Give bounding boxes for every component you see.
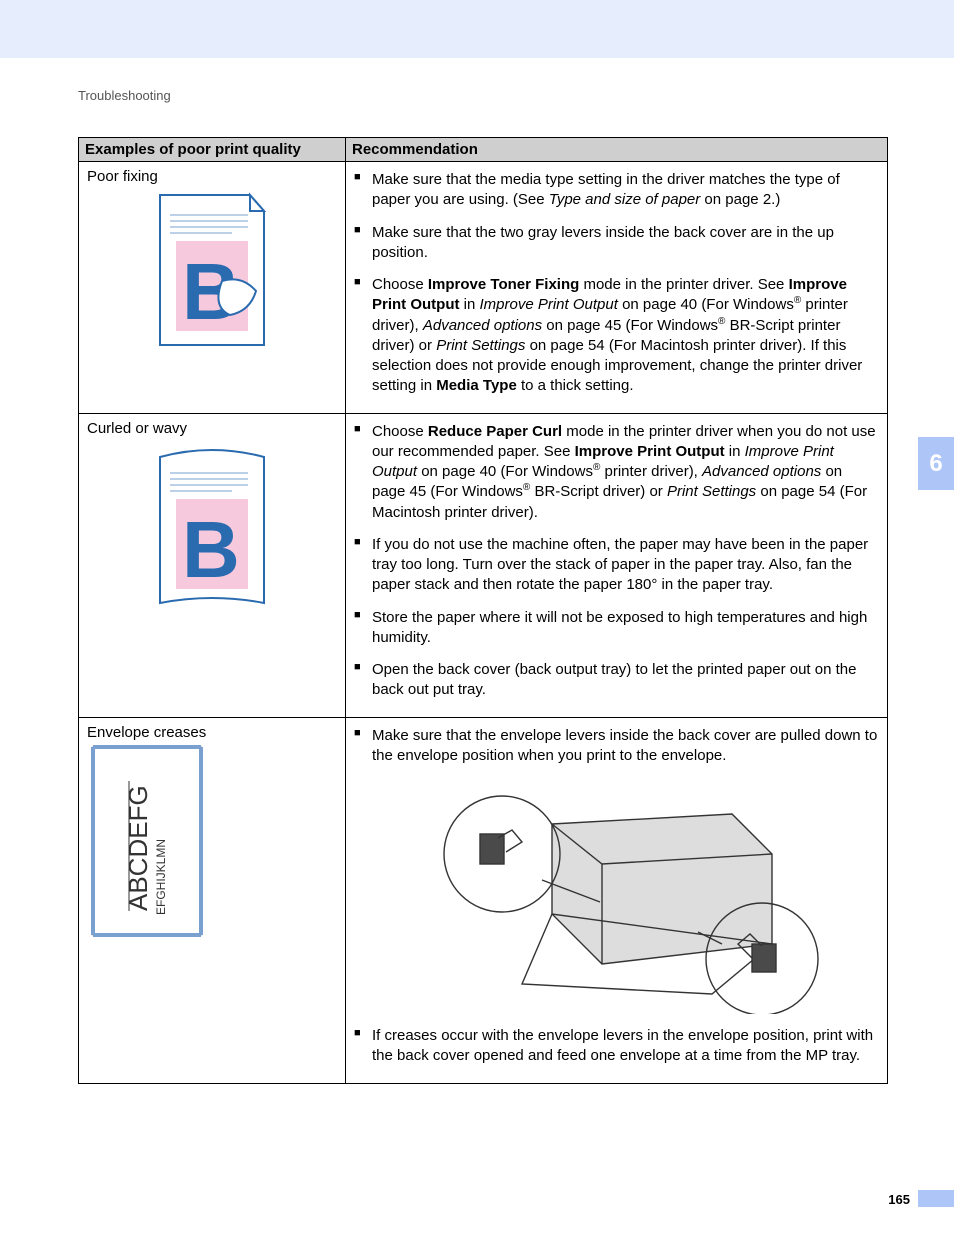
example-label: Envelope creases (87, 724, 337, 741)
svg-text:EFGHIJKLMN: EFGHIJKLMN (154, 838, 168, 914)
envelope-figure: ABCDEFG EFGHIJKLMN (87, 741, 207, 941)
printer-diagram (402, 784, 832, 1014)
header-recommendation: Recommendation (346, 138, 888, 162)
table-row: Envelope creases ABCDEFG EFGHIJKLMN (79, 717, 888, 1083)
svg-text:ABCDEFG: ABCDEFG (123, 785, 153, 911)
breadcrumb: Troubleshooting (78, 88, 919, 103)
svg-text:B: B (182, 505, 240, 594)
top-banner (0, 0, 954, 58)
table-row: Poor fixing B Make sure that the (79, 162, 888, 414)
recommendation-item: Choose Improve Toner Fixing mode in the … (354, 273, 879, 407)
example-label: Curled or wavy (87, 420, 337, 437)
recommendation-item: Make sure that the envelope levers insid… (354, 724, 879, 777)
table-row: Curled or wavy B Choose Reduce Paper Cur… (79, 413, 888, 717)
recommendation-item: Store the paper where it will not be exp… (354, 606, 879, 659)
recommendation-item: Choose Reduce Paper Curl mode in the pri… (354, 420, 879, 533)
recommendation-item: Make sure that the two gray levers insid… (354, 221, 879, 274)
page-number: 165 (888, 1192, 910, 1207)
recommendation-item: If creases occur with the envelope lever… (354, 1024, 879, 1077)
chapter-tab: 6 (918, 437, 954, 490)
recommendation-item: Open the back cover (back output tray) t… (354, 658, 879, 711)
curled-figure: B (152, 443, 272, 613)
poor-fixing-figure: B (152, 191, 272, 351)
recommendation-item: If you do not use the machine often, the… (354, 533, 879, 606)
page-accent (918, 1190, 954, 1207)
table-header-row: Examples of poor print quality Recommend… (79, 138, 888, 162)
example-label: Poor fixing (87, 168, 337, 185)
header-examples: Examples of poor print quality (79, 138, 346, 162)
troubleshooting-table: Examples of poor print quality Recommend… (78, 137, 888, 1084)
recommendation-item: Make sure that the media type setting in… (354, 168, 879, 221)
